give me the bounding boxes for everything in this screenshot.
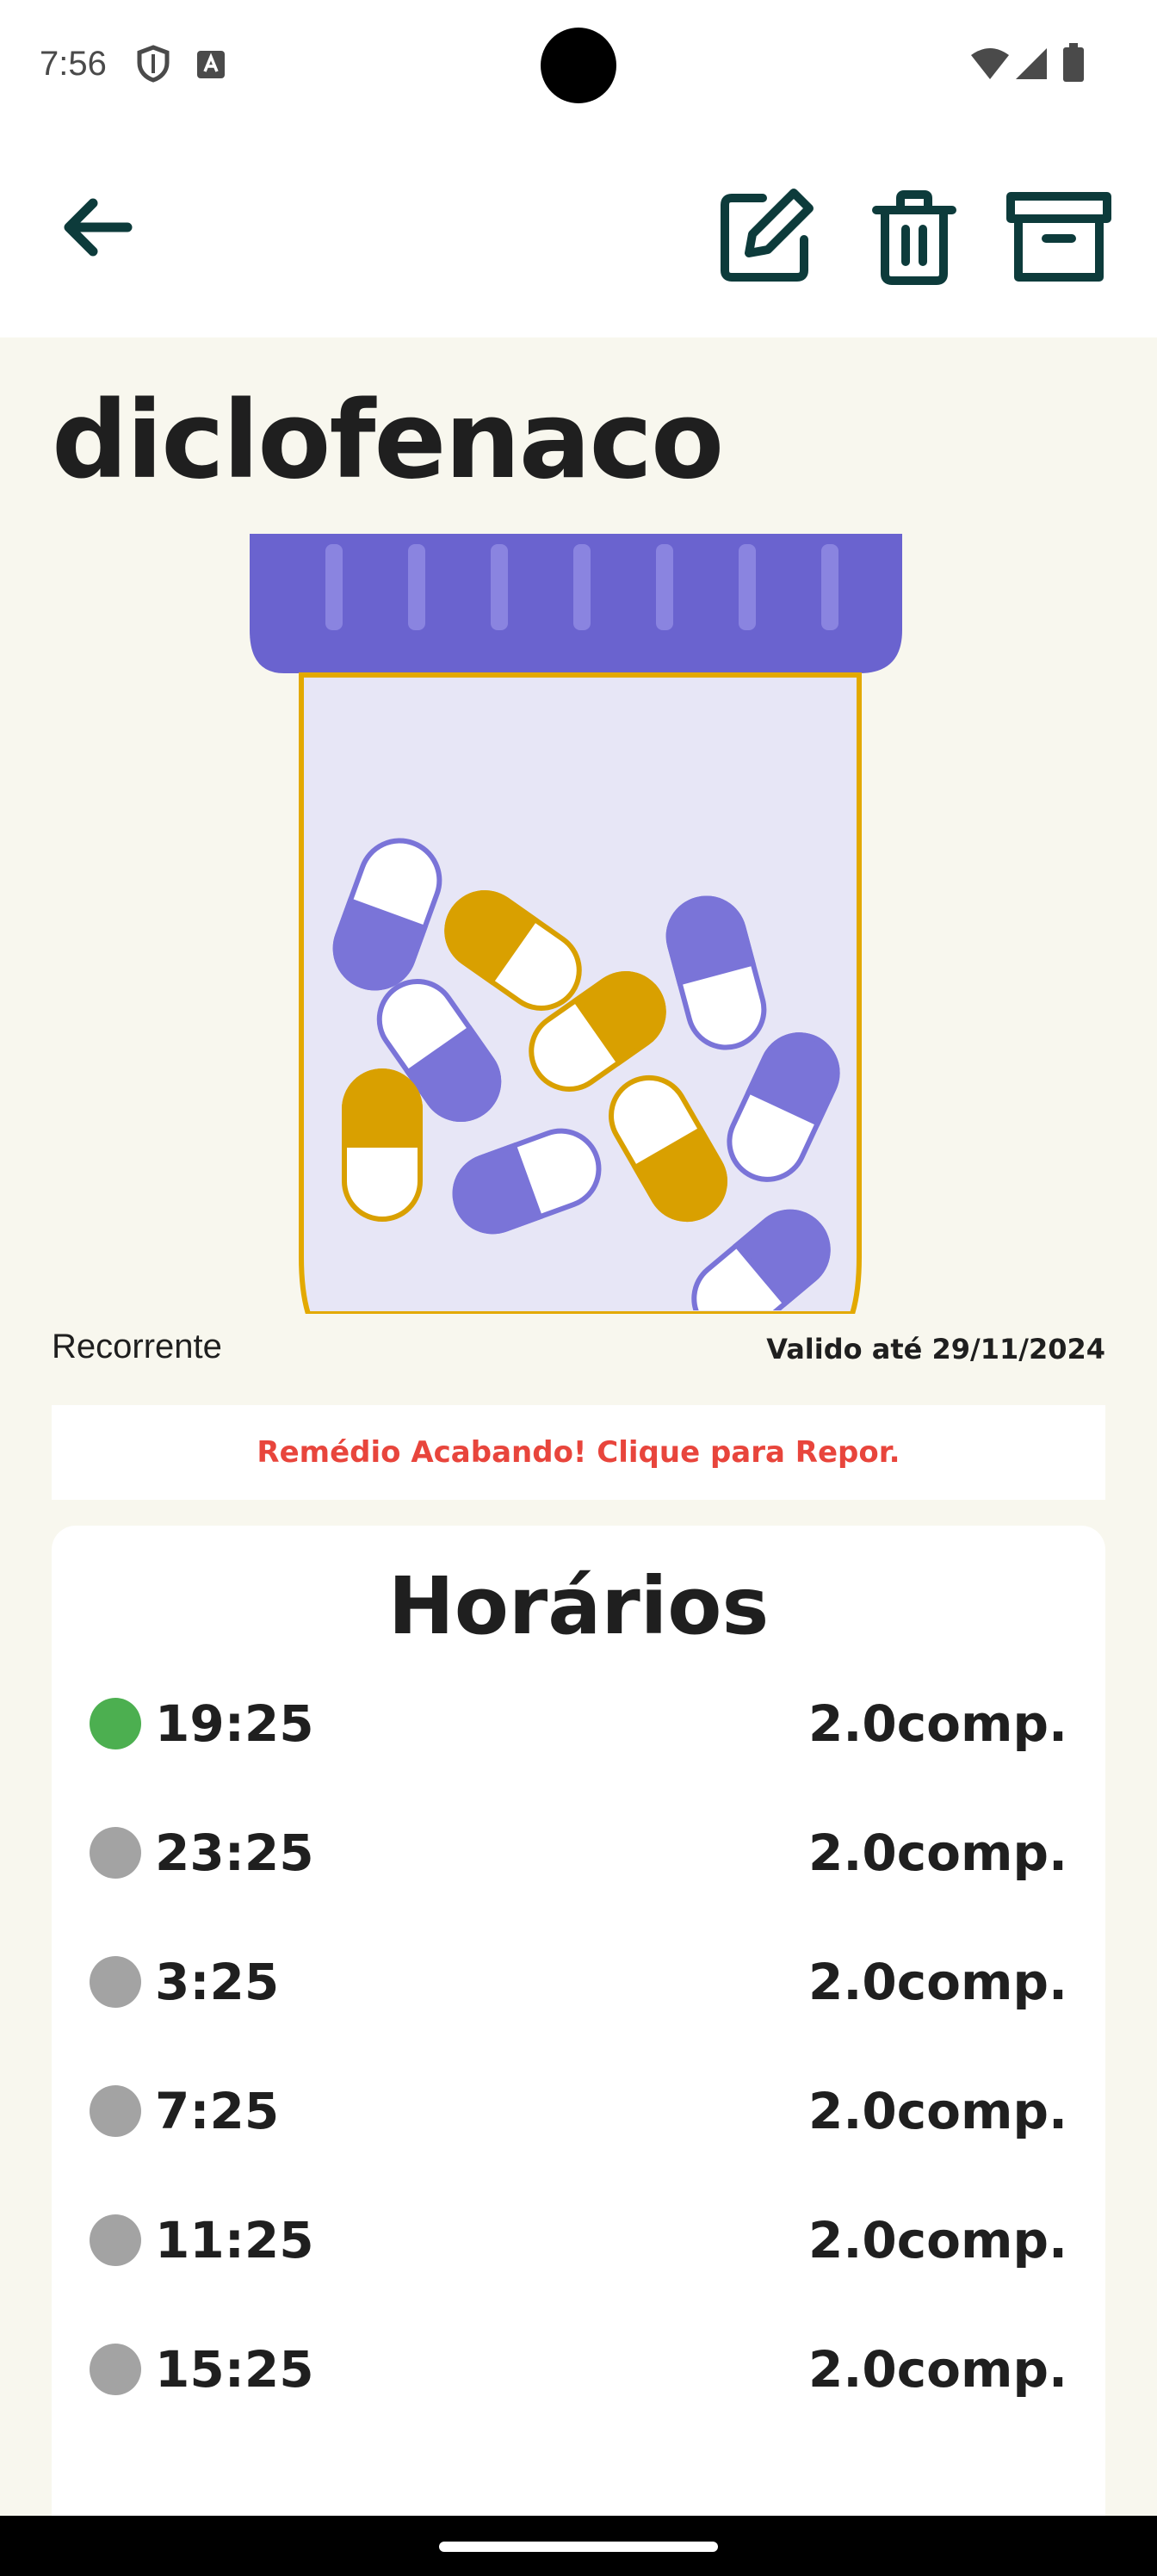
keyboard-a-icon <box>196 50 226 84</box>
dose-status-dot <box>90 1827 141 1879</box>
archive-icon <box>1006 191 1111 288</box>
validity-label: Valido até 29/11/2024 <box>766 1333 1105 1365</box>
dose-row: 3:25 2.0comp. <box>90 1951 1067 2011</box>
pill-jar-illustration <box>250 534 904 1318</box>
dose-time: 15:25 <box>155 2340 314 2399</box>
restock-alert-button[interactable]: Remédio Acabando! Clique para Repor. <box>52 1405 1105 1500</box>
app-bar <box>0 129 1157 337</box>
dose-quantity: 2.0comp. <box>808 1824 1067 1882</box>
edit-icon <box>718 184 818 288</box>
dose-status-dot-taken <box>90 1698 141 1749</box>
dose-time: 23:25 <box>155 1824 314 1882</box>
dose-status-dot <box>90 2344 141 2395</box>
dose-time: 19:25 <box>155 1694 314 1753</box>
dose-time: 11:25 <box>155 2211 314 2269</box>
shield-icon <box>136 45 170 87</box>
back-arrow-icon <box>55 186 138 273</box>
dose-row: 19:25 2.0comp. <box>90 1693 1067 1753</box>
medicine-detail: diclofenaco Recorrente Valido até 29/11/… <box>0 337 1157 2559</box>
battery-icon <box>1062 43 1085 87</box>
dose-row: 7:25 2.0comp. <box>90 2080 1067 2140</box>
dose-quantity: 2.0comp. <box>808 1694 1067 1753</box>
delete-button[interactable] <box>859 184 969 294</box>
dose-quantity: 2.0comp. <box>808 1953 1067 2011</box>
dose-status-dot <box>90 2214 141 2266</box>
archive-button[interactable] <box>1004 184 1114 294</box>
edit-button[interactable] <box>713 181 823 291</box>
status-bar: 7:56 <box>0 0 1157 129</box>
dose-time: 7:25 <box>155 2082 280 2140</box>
schedule-title: Horários <box>387 1560 770 1652</box>
dose-row: 15:25 2.0comp. <box>90 2338 1067 2399</box>
dose-row: 23:25 2.0comp. <box>90 1822 1067 1882</box>
status-time: 7:56 <box>40 45 107 83</box>
medicine-name: diclofenaco <box>52 379 724 503</box>
trash-icon <box>869 189 959 290</box>
dose-status-dot <box>90 2085 141 2137</box>
camera-cutout <box>541 28 616 103</box>
recurrence-label: Recorrente <box>52 1328 222 1365</box>
back-button[interactable] <box>41 174 152 284</box>
dose-quantity: 2.0comp. <box>808 2082 1067 2140</box>
restock-alert-text: Remédio Acabando! Clique para Repor. <box>257 1435 900 1470</box>
dose-quantity: 2.0comp. <box>808 2211 1067 2269</box>
wifi-icon <box>969 46 1011 85</box>
dose-time: 3:25 <box>155 1953 280 2011</box>
home-gesture-handle[interactable] <box>439 2542 718 2552</box>
signal-icon <box>1014 46 1049 85</box>
medicine-meta: Recorrente Valido até 29/11/2024 <box>52 1328 1105 1379</box>
system-nav-bar <box>0 2516 1157 2576</box>
dose-status-dot <box>90 1956 141 2008</box>
schedule-card: Horários 19:25 2.0comp. 23:25 2.0comp. 3… <box>52 1526 1105 2559</box>
dose-quantity: 2.0comp. <box>808 2340 1067 2399</box>
dose-row: 11:25 2.0comp. <box>90 2209 1067 2269</box>
